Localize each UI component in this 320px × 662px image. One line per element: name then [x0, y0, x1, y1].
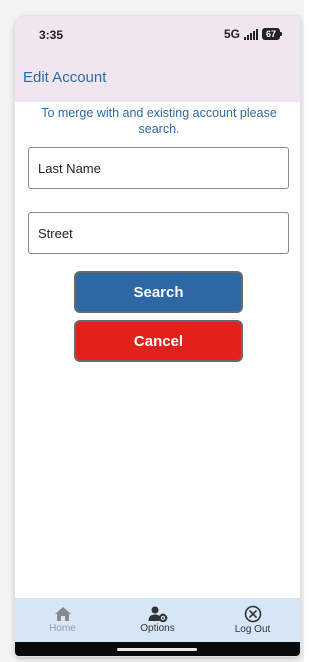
screenshot-frame: 3:35 5G 67 Edit Account To merge with an… — [0, 0, 304, 662]
last-name-field-container — [28, 147, 289, 189]
battery-icon: 67 — [261, 28, 283, 40]
phone-screen: 3:35 5G 67 Edit Account To merge with an… — [15, 16, 300, 656]
bottom-nav: Home Options Log Out — [15, 598, 300, 642]
nav-options[interactable]: Options — [110, 598, 205, 642]
nav-logout-label: Log Out — [234, 624, 271, 635]
page-title: Edit Account — [23, 69, 107, 86]
street-input[interactable] — [29, 213, 288, 253]
battery-level: 67 — [265, 29, 276, 39]
home-icon — [54, 607, 71, 621]
instruction-text: To merge with and existing account pleas… — [41, 106, 277, 136]
nav-home[interactable]: Home — [15, 598, 110, 642]
search-button[interactable]: Search — [74, 271, 243, 313]
street-field-container — [28, 212, 289, 254]
network-type: 5G — [223, 27, 240, 41]
signal-icon — [243, 28, 258, 40]
nav-logout[interactable]: Log Out — [205, 598, 300, 642]
gesture-handle[interactable] — [117, 648, 197, 651]
app-header: 3:35 5G 67 Edit Account — [15, 16, 300, 102]
nav-home-label: Home — [49, 623, 76, 634]
status-time: 3:35 — [39, 28, 64, 42]
close-circle-icon — [244, 605, 261, 623]
status-indicators: 5G 67 — [223, 27, 283, 41]
cancel-button[interactable]: Cancel — [74, 320, 243, 362]
user-gear-icon — [148, 606, 167, 622]
system-gesture-bar — [15, 642, 300, 656]
last-name-input[interactable] — [29, 148, 288, 188]
nav-options-label: Options — [140, 623, 175, 634]
status-bar: 3:35 5G 67 — [15, 16, 300, 52]
